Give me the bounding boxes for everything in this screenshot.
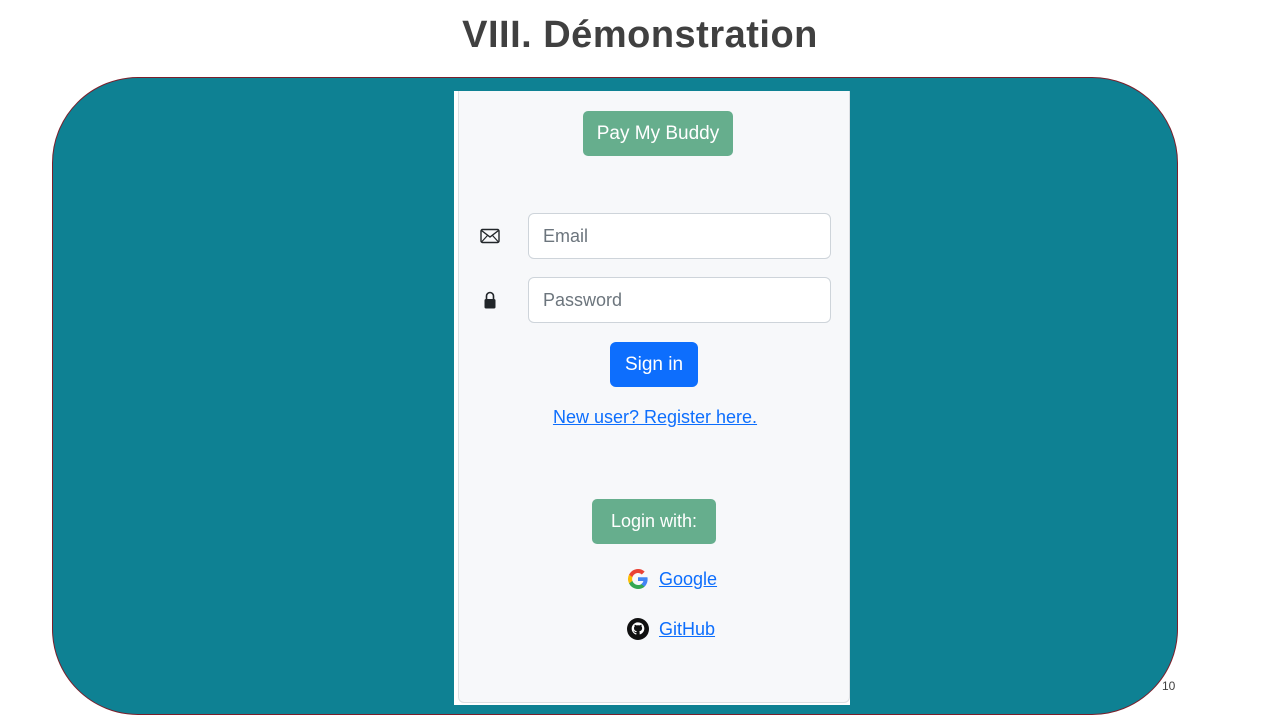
email-row (459, 213, 851, 259)
login-with-badge: Login with: (592, 499, 716, 544)
slide: VIII. Démonstration Pay My Buddy Email S… (0, 0, 1280, 720)
email-input[interactable] (528, 213, 831, 259)
page-number: 10 (1162, 679, 1176, 693)
github-login-link[interactable]: GitHub (659, 619, 715, 640)
register-link[interactable]: New user? Register here. (459, 407, 851, 428)
slide-title: VIII. Démonstration (462, 14, 818, 56)
password-row (459, 277, 851, 323)
lock-icon (479, 290, 501, 310)
google-login-link[interactable]: Google (659, 569, 717, 590)
login-card: Pay My Buddy Email Sign in New user? Reg… (458, 91, 850, 703)
github-icon (625, 616, 651, 642)
google-login-row[interactable]: Google (625, 565, 717, 593)
app-screenshot: Pay My Buddy Email Sign in New user? Reg… (454, 91, 850, 705)
signin-button[interactable]: Sign in (610, 342, 698, 387)
google-icon (625, 566, 651, 592)
envelope-icon (479, 226, 501, 246)
password-input[interactable] (528, 277, 831, 323)
github-login-row[interactable]: GitHub (625, 615, 715, 643)
brand-badge: Pay My Buddy (583, 111, 733, 156)
